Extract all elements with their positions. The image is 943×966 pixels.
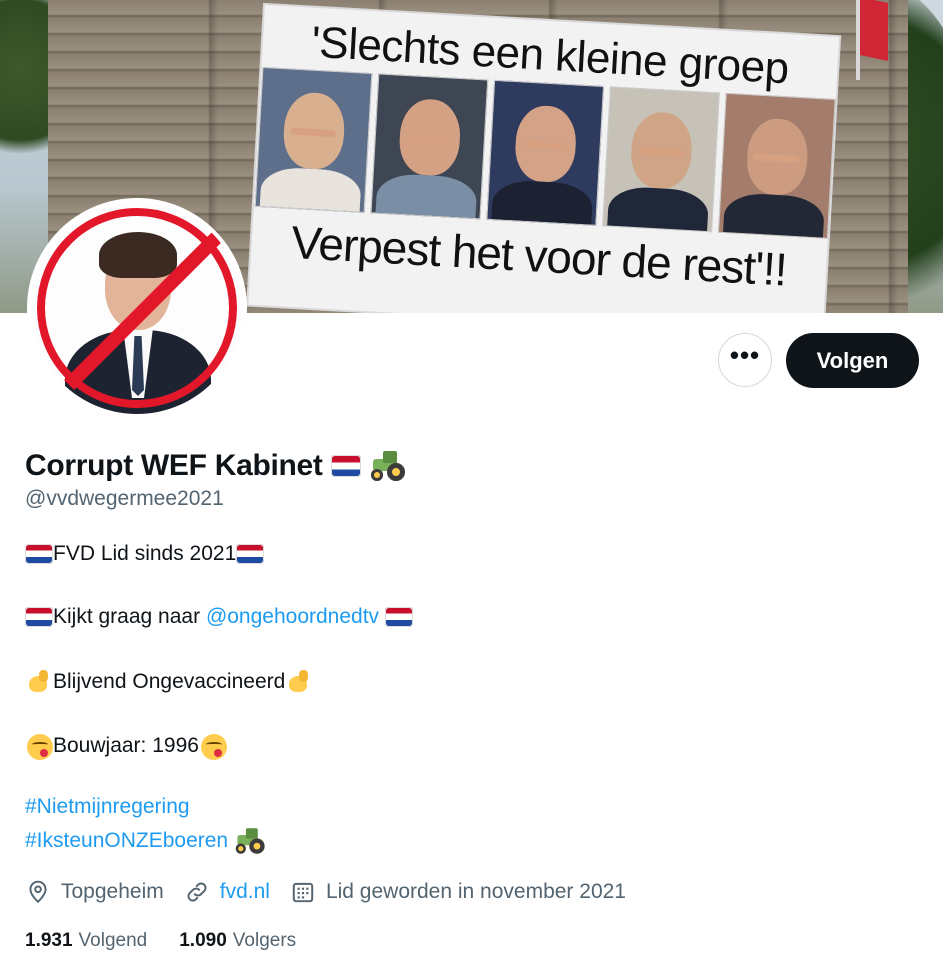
bio-text: Bouwjaar: 1996 <box>53 734 199 757</box>
following-label: Volgend <box>78 930 148 951</box>
bio-line-fvd: FVD Lid sinds 2021 <box>25 542 265 566</box>
poster-faces-row <box>254 66 836 239</box>
follow-button[interactable]: Volgen <box>786 333 919 388</box>
website-link[interactable]: fvd.nl <box>220 880 270 904</box>
mention-link[interactable]: @ongehoordnedtv <box>206 605 379 629</box>
calendar-icon <box>292 882 314 903</box>
profile-name-row: Corrupt WEF Kabinet <box>25 446 407 486</box>
joined-text: Lid geworden in november 2021 <box>325 880 626 903</box>
joined-item: Lid geworden in november 2021 <box>290 879 626 905</box>
profile-meta-row: Topgeheim fvd.nl Lid geworden in novembe… <box>25 876 646 908</box>
poster-face <box>601 86 720 233</box>
poster-face <box>485 79 604 226</box>
yum-face-icon <box>199 732 227 760</box>
profile-handle: @vvdwegermee2021 <box>25 487 224 510</box>
hashtag-link[interactable]: #Nietmijnregering <box>25 795 190 819</box>
tractor-icon <box>234 828 266 854</box>
followers-link[interactable]: 1.090 Volgers <box>179 930 296 952</box>
poster-face <box>717 92 836 239</box>
profile-avatar[interactable] <box>27 198 247 418</box>
more-options-button[interactable]: ••• <box>718 333 772 387</box>
website-item: fvd.nl <box>184 879 270 905</box>
netherlands-flag-icon <box>236 544 265 564</box>
hashtag-row: #IksteunONZEboeren <box>25 826 272 856</box>
netherlands-flag-icon <box>25 607 53 627</box>
yum-face-icon <box>25 732 53 760</box>
followers-label: Volgers <box>232 930 297 951</box>
location-pin-icon <box>29 880 47 904</box>
following-link[interactable]: 1.931 Volgend <box>25 930 147 952</box>
location-item: Topgeheim <box>25 879 164 905</box>
protest-poster: 'Slechts een kleine groep Verpest het vo… <box>248 5 840 313</box>
netherlands-flag-icon <box>25 544 53 564</box>
more-dots-icon: ••• <box>729 339 761 370</box>
bio-text: Blijvend Ongevaccineerd <box>53 670 286 693</box>
bio-line-bouwjaar: Bouwjaar: 1996 <box>25 732 227 760</box>
bio-text: Kijkt graag naar <box>53 605 201 628</box>
bio-line-kijkt: Kijkt graag naar @ongehoordnedtv <box>25 605 413 629</box>
link-icon <box>187 882 207 902</box>
bio-line-vaccine: Blijvend Ongevaccineerd <box>25 668 313 696</box>
hashtag-link[interactable]: #IksteunONZEboeren <box>25 829 228 853</box>
followers-count: 1.090 <box>179 930 227 951</box>
profile-stats-row: 1.931 Volgend 1.090 Volgers <box>25 926 328 956</box>
tractor-icon <box>369 451 407 481</box>
netherlands-flag-icon <box>330 455 361 477</box>
flexed-biceps-icon <box>25 668 53 696</box>
flexed-biceps-icon <box>285 668 313 696</box>
netherlands-flag-icon <box>384 607 413 627</box>
flag-on-pole <box>860 0 888 61</box>
avatar-image <box>31 202 243 414</box>
location-text: Topgeheim <box>61 880 164 903</box>
profile-name: Corrupt WEF Kabinet <box>25 449 323 482</box>
poster-face <box>370 73 488 220</box>
following-count: 1.931 <box>25 930 73 951</box>
poster-face <box>254 66 372 213</box>
bio-text: FVD Lid sinds 2021 <box>53 542 237 565</box>
